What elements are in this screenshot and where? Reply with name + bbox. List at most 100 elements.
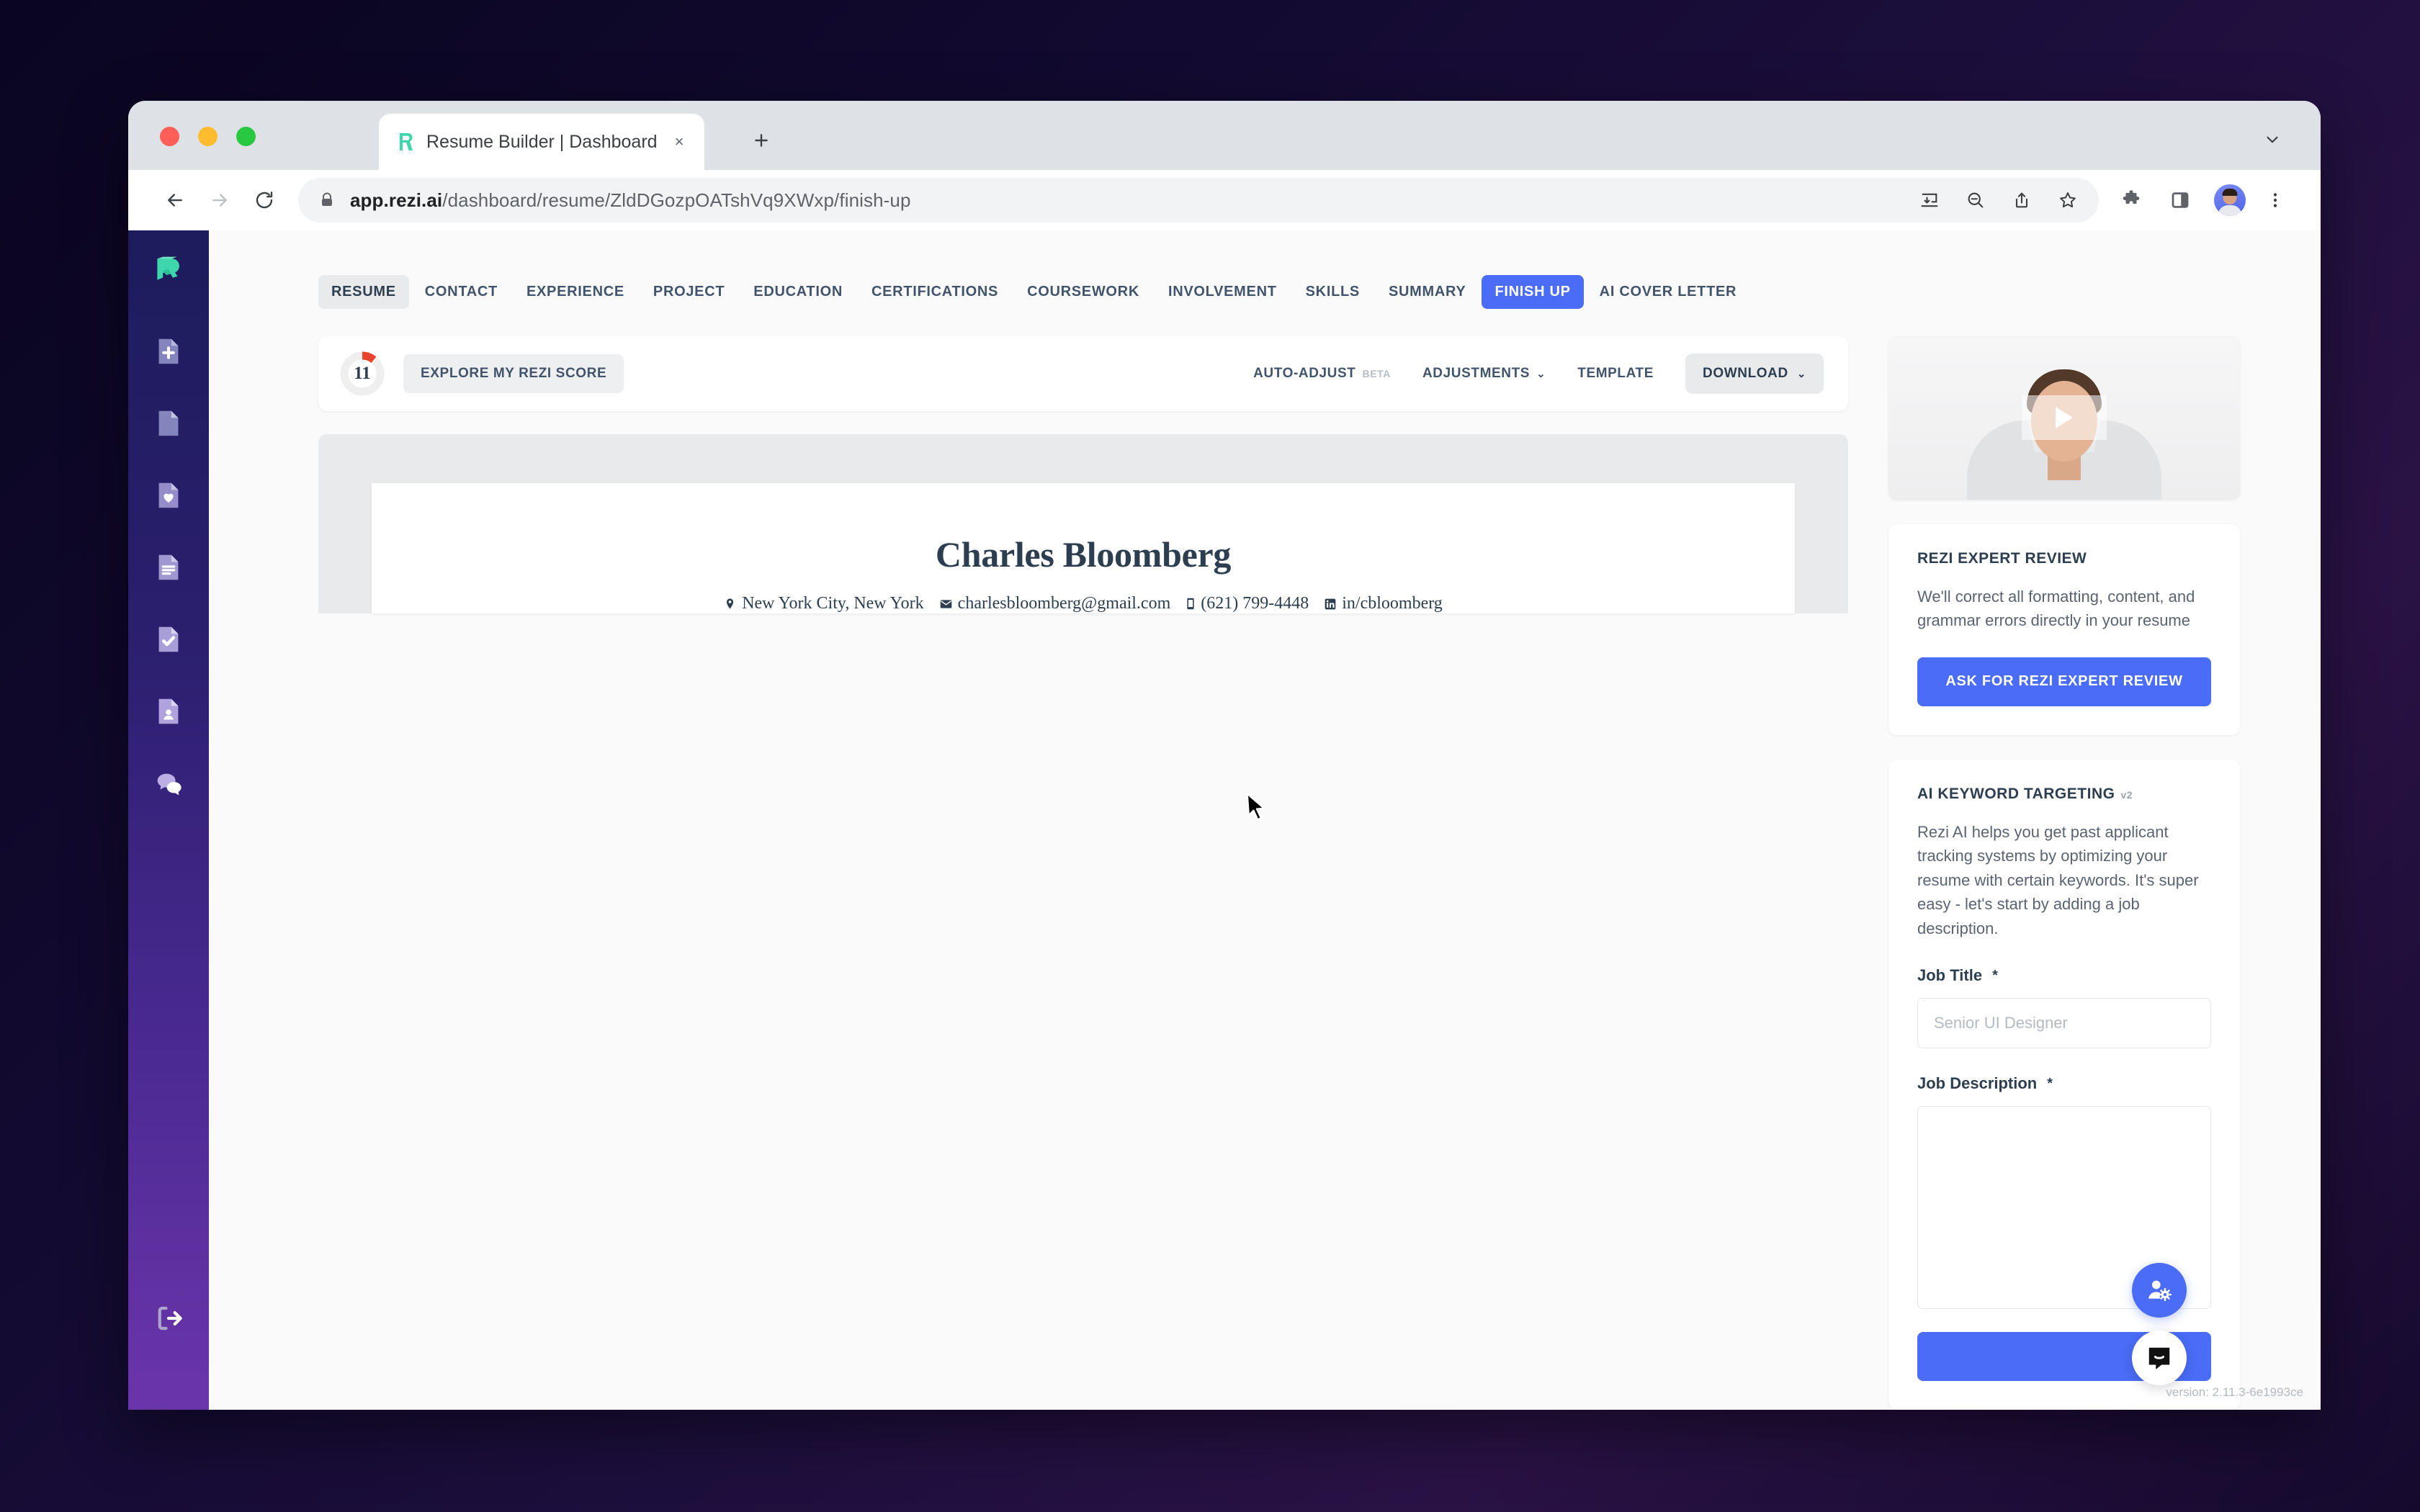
expert-review-title: REZI EXPERT REVIEW	[1917, 549, 2087, 567]
tab-contact[interactable]: CONTACT	[412, 275, 511, 309]
zoom-out-icon[interactable]	[1955, 179, 1996, 221]
user-gear-icon[interactable]	[2132, 1263, 2187, 1318]
rezi-logo[interactable]	[150, 255, 187, 296]
rezi-expert-review-card: REZI EXPERT REVIEW We'll correct all for…	[1888, 523, 2240, 735]
sidebar-item-messages[interactable]	[146, 761, 191, 806]
chevron-down-icon: ⌄	[1796, 367, 1806, 380]
resume-contact-phone: (621) 799-4448	[1186, 594, 1309, 613]
job-title-label-row: Job Title *	[1917, 966, 2211, 985]
share-icon[interactable]	[2001, 179, 2043, 221]
mouse-cursor	[1245, 792, 1269, 827]
sidebar-item-cover-letters[interactable]	[146, 545, 191, 590]
tab-project[interactable]: PROJECT	[640, 275, 738, 309]
maximize-window-button[interactable]	[236, 127, 256, 146]
resume-contact-linkedin: in/cbloomberg	[1325, 594, 1443, 613]
tab-ai-cover-letter[interactable]: AI COVER LETTER	[1587, 275, 1750, 309]
tab-title: Resume Builder | Dashboard	[426, 131, 658, 152]
sidebar-item-favorites[interactable]	[146, 473, 191, 518]
tab-resume[interactable]: RESUME	[318, 275, 409, 309]
download-button[interactable]: DOWNLOAD ⌄	[1685, 354, 1824, 394]
browser-toolbar: app.rezi.ai/dashboard/resume/ZldDGozpOAT…	[128, 170, 2321, 230]
envelope-icon	[940, 599, 951, 608]
resume-linkedin-text: in/cbloomberg	[1342, 594, 1443, 613]
tab-education[interactable]: EDUCATION	[740, 275, 856, 309]
star-icon[interactable]	[2047, 179, 2089, 221]
app-sidebar	[128, 230, 209, 1410]
tab-involvement[interactable]: INVOLVEMENT	[1155, 275, 1290, 309]
resume-page[interactable]: Charles Bloomberg New York City, New Yor…	[372, 483, 1795, 613]
reload-icon[interactable]	[242, 178, 287, 222]
tab-summary[interactable]: SUMMARY	[1376, 275, 1479, 309]
three-dot-menu-icon[interactable]	[2257, 179, 2293, 221]
phone-icon	[1187, 598, 1194, 610]
logout-icon[interactable]	[146, 1296, 191, 1341]
section-nav-tabs: RESUME CONTACT EXPERIENCE PROJECT EDUCAT…	[209, 230, 2321, 309]
linkedin-icon	[1325, 598, 1336, 609]
resume-preview-shell: Charles Bloomberg New York City, New Yor…	[318, 434, 1848, 613]
url-host: app.rezi.ai	[350, 189, 443, 211]
document-column: 11 EXPLORE MY REZI SCORE AUTO-ADJUST BET…	[209, 336, 1888, 1410]
puzzle-icon[interactable]	[2109, 178, 2154, 222]
required-asterisk: *	[1992, 967, 1998, 984]
app-version-label: version: 2.11.3-6e1993ce	[2166, 1385, 2303, 1399]
install-app-icon[interactable]	[1909, 179, 1950, 221]
explore-rezi-score-button[interactable]: EXPLORE MY REZI SCORE	[403, 354, 624, 393]
browser-tab[interactable]: Resume Builder | Dashboard ×	[379, 114, 704, 170]
new-tab-button[interactable]	[745, 124, 778, 157]
chevron-down-icon[interactable]	[2263, 130, 2282, 153]
auto-adjust-button[interactable]: AUTO-ADJUST BETA	[1253, 366, 1391, 382]
browser-window: Resume Builder | Dashboard × app.rezi.ai…	[128, 101, 2321, 1410]
resume-email-text: charlesbloomberg@gmail.com	[957, 594, 1171, 613]
resume-contact-location: New York City, New York	[724, 594, 924, 613]
ask-for-rezi-expert-review-button[interactable]: ASK FOR REZI EXPERT REVIEW	[1917, 657, 2211, 706]
chevron-down-icon: ⌄	[1536, 367, 1546, 380]
keyword-targeting-body: Rezi AI helps you get past applicant tra…	[1917, 822, 2199, 937]
tab-certifications[interactable]: CERTIFICATIONS	[859, 275, 1011, 309]
browser-tab-strip: Resume Builder | Dashboard ×	[128, 101, 2321, 170]
play-icon[interactable]	[2022, 395, 2107, 441]
resume-action-bar: 11 EXPLORE MY REZI SCORE AUTO-ADJUST BET…	[318, 336, 1848, 411]
intercom-chat-icon[interactable]	[2132, 1331, 2187, 1385]
sidebar-item-resume-review[interactable]	[146, 617, 191, 662]
rezi-score-ring[interactable]: 11	[340, 351, 385, 396]
tab-finish-up[interactable]: FINISH UP	[1482, 275, 1584, 309]
download-label: DOWNLOAD	[1703, 366, 1788, 381]
resume-candidate-name: Charles Bloomberg	[935, 534, 1232, 575]
lock-icon	[318, 192, 337, 209]
sidebar-item-create-resume[interactable]	[146, 329, 191, 374]
side-panel-icon[interactable]	[2158, 178, 2202, 222]
beta-badge: BETA	[1362, 368, 1391, 379]
close-window-button[interactable]	[160, 127, 179, 146]
close-icon[interactable]: ×	[668, 131, 690, 153]
ai-keyword-targeting-card: AI KEYWORD TARGETING v2 Rezi AI helps yo…	[1888, 759, 2240, 1410]
resume-location-text: New York City, New York	[742, 594, 924, 613]
resume-contact-row: New York City, New York charlesbloomberg…	[432, 594, 1734, 613]
right-side-panel: REZI EXPERT REVIEW We'll correct all for…	[1888, 336, 2321, 1410]
job-title-input[interactable]: Senior UI Designer	[1917, 998, 2211, 1048]
template-button[interactable]: TEMPLATE	[1577, 366, 1654, 382]
address-bar[interactable]: app.rezi.ai/dashboard/resume/ZldDGozpOAT…	[298, 178, 2099, 222]
window-controls	[160, 127, 256, 146]
url-path: /dashboard/resume/ZldDGozpOATshVq9XWxp/f…	[442, 189, 911, 211]
job-description-label-row: Job Description *	[1917, 1074, 2211, 1093]
app-viewport: RESUME CONTACT EXPERIENCE PROJECT EDUCAT…	[128, 230, 2321, 1410]
resume-contact-email: charlesbloomberg@gmail.com	[940, 594, 1171, 613]
keyword-targeting-title: AI KEYWORD TARGETING v2	[1917, 786, 2211, 803]
tab-skills[interactable]: SKILLS	[1293, 275, 1373, 309]
required-asterisk: *	[2047, 1075, 2053, 1092]
version-badge: v2	[2120, 788, 2133, 801]
minimize-window-button[interactable]	[198, 127, 218, 146]
sidebar-item-profile-documents[interactable]	[146, 689, 191, 734]
keyword-targeting-title-text: AI KEYWORD TARGETING	[1917, 785, 2115, 802]
adjustments-label: ADJUSTMENTS	[1422, 366, 1531, 381]
tab-experience[interactable]: EXPERIENCE	[514, 275, 637, 309]
intro-video-card[interactable]	[1888, 336, 2240, 500]
browser-toolbar-right	[2109, 178, 2293, 222]
profile-avatar-icon[interactable]	[2214, 184, 2246, 216]
back-arrow-icon[interactable]	[153, 178, 197, 222]
rezi-score-value: 11	[354, 364, 371, 383]
expert-review-body: We'll correct all formatting, content, a…	[1917, 587, 2195, 630]
tab-coursework[interactable]: COURSEWORK	[1014, 275, 1152, 309]
sidebar-item-resumes[interactable]	[146, 401, 191, 446]
adjustments-menu-button[interactable]: ADJUSTMENTS ⌄	[1422, 366, 1546, 382]
